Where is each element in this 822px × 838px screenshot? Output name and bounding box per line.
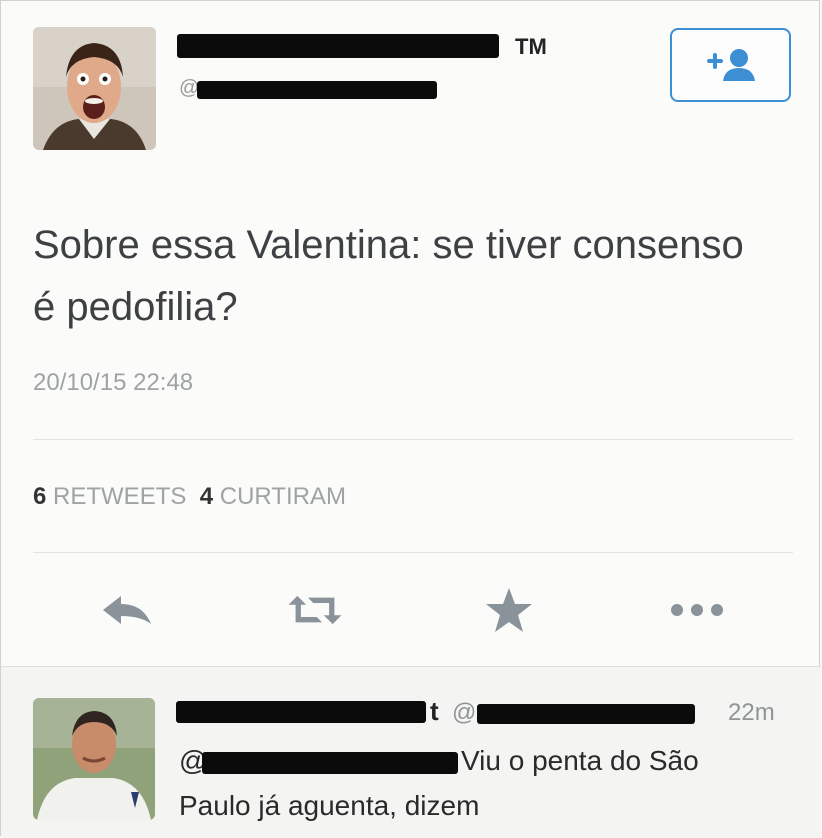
retweet-icon bbox=[288, 595, 342, 625]
star-icon bbox=[486, 588, 532, 632]
retweets-label[interactable]: RETWEETS bbox=[53, 483, 186, 510]
tweet-timestamp: 20/10/15 22:48 bbox=[33, 369, 194, 396]
redacted-display-name bbox=[177, 34, 499, 58]
redacted-reply-name bbox=[176, 701, 426, 723]
reply-author-avatar[interactable] bbox=[33, 698, 155, 820]
divider bbox=[33, 552, 793, 553]
redacted-handle bbox=[197, 81, 437, 99]
add-user-icon bbox=[706, 49, 755, 81]
more-button[interactable] bbox=[667, 587, 727, 633]
reply-text-line1: Viu o penta do São bbox=[461, 745, 699, 776]
divider bbox=[33, 439, 793, 440]
reply-avatar-image bbox=[33, 698, 155, 820]
author-avatar-image bbox=[33, 27, 156, 150]
more-icon bbox=[671, 604, 723, 616]
redacted-reply-handle bbox=[477, 704, 695, 724]
reply-text-line2: Paulo já aguenta, dizem bbox=[179, 790, 480, 821]
author-avatar[interactable] bbox=[33, 27, 156, 150]
favorite-button[interactable] bbox=[479, 587, 539, 633]
reply-icon bbox=[103, 596, 151, 624]
retweet-button[interactable] bbox=[285, 587, 345, 633]
likes-count: 4 bbox=[199, 483, 214, 510]
reply-name-tail: t bbox=[430, 696, 439, 726]
tweet-screenshot: TM @ Sobre essa Valentina: se tiver cons… bbox=[0, 0, 821, 838]
likes-label[interactable]: CURTIRAM bbox=[220, 483, 346, 510]
reply-button[interactable] bbox=[97, 587, 157, 633]
reply-time: 22m bbox=[728, 699, 775, 726]
tweet-stats: 6 RETWEETS 4 CURTIRAM bbox=[33, 483, 346, 511]
retweets-count: 6 bbox=[33, 483, 47, 510]
display-name-suffix: TM bbox=[515, 34, 547, 59]
tweet-text: Sobre essa Valentina: se tiver consenso … bbox=[33, 223, 744, 329]
follow-button[interactable] bbox=[670, 28, 791, 102]
reply-handle-prefix: @ bbox=[452, 699, 477, 726]
redacted-mention bbox=[202, 752, 458, 774]
